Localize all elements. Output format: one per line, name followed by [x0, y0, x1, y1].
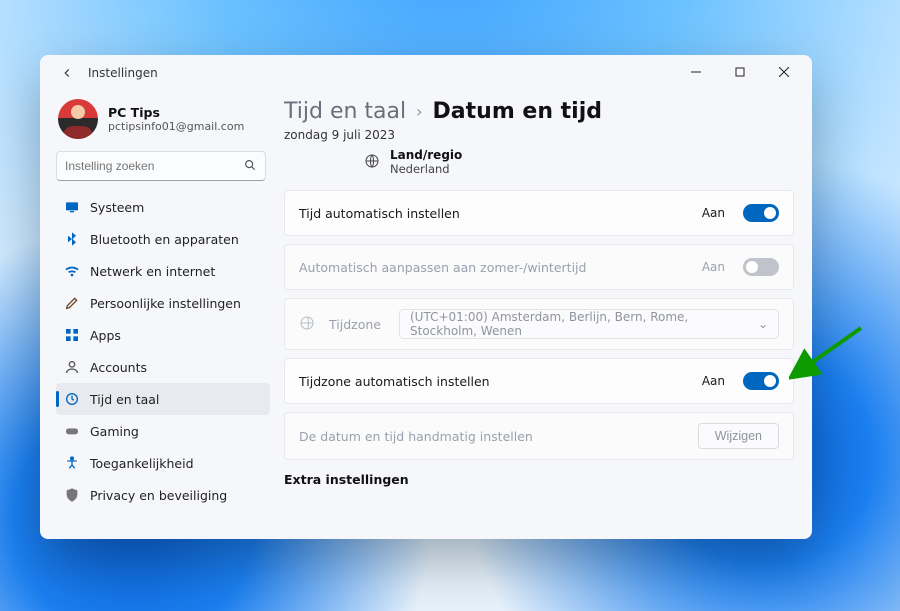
sidebar-item-label: Toegankelijkheid: [90, 456, 194, 471]
toggle-status: Aan: [702, 374, 725, 388]
sidebar-item-privacy[interactable]: Privacy en beveiliging: [56, 479, 270, 511]
timezone-select: (UTC+01:00) Amsterdam, Berlijn, Bern, Ro…: [399, 309, 779, 339]
sidebar-item-label: Systeem: [90, 200, 144, 215]
sidebar-item-gaming[interactable]: Gaming: [56, 415, 270, 447]
settings-window: Instellingen PC Tips pctipsinfo01@gmail.…: [40, 55, 812, 539]
row-auto-time: Tijd automatisch instellen Aan: [284, 190, 794, 236]
globe-icon: [364, 153, 380, 172]
wifi-icon: [64, 263, 80, 279]
change-button: Wijzigen: [698, 423, 779, 449]
row-label: Tijdzone: [329, 317, 385, 332]
extra-settings-title: Extra instellingen: [284, 472, 794, 487]
sidebar-item-label: Accounts: [90, 360, 147, 375]
maximize-button[interactable]: [718, 57, 762, 87]
breadcrumb: Tijd en taal › Datum en tijd: [284, 99, 794, 124]
brush-icon: [64, 295, 80, 311]
display-icon: [64, 199, 80, 215]
profile-email: pctipsinfo01@gmail.com: [108, 120, 244, 133]
toggle-status: Aan: [702, 260, 725, 274]
search-icon: [243, 157, 257, 176]
sidebar-item-system[interactable]: Systeem: [56, 191, 270, 223]
titlebar: Instellingen: [40, 55, 812, 89]
sidebar-item-time-language[interactable]: Tijd en taal: [56, 383, 270, 415]
sidebar-item-personalization[interactable]: Persoonlijke instellingen: [56, 287, 270, 319]
profile-name: PC Tips: [108, 105, 244, 120]
sidebar-item-label: Gaming: [90, 424, 139, 439]
avatar: [58, 99, 98, 139]
dst-toggle: [743, 258, 779, 276]
sidebar: PC Tips pctipsinfo01@gmail.com Systeem B…: [40, 89, 278, 539]
close-button[interactable]: [762, 57, 806, 87]
chevron-right-icon: ›: [416, 102, 422, 121]
region-label: Land/regio: [390, 148, 462, 162]
search-input[interactable]: [65, 159, 243, 173]
sidebar-item-network[interactable]: Netwerk en internet: [56, 255, 270, 287]
profile[interactable]: PC Tips pctipsinfo01@gmail.com: [56, 95, 270, 151]
sidebar-item-label: Privacy en beveiliging: [90, 488, 227, 503]
breadcrumb-parent[interactable]: Tijd en taal: [284, 99, 406, 124]
bluetooth-icon: [64, 231, 80, 247]
gamepad-icon: [64, 423, 80, 439]
row-manual-set: De datum en tijd handmatig instellen Wij…: [284, 412, 794, 460]
sidebar-item-accessibility[interactable]: Toegankelijkheid: [56, 447, 270, 479]
clock-globe-icon: [64, 391, 80, 407]
row-label: Automatisch aanpassen aan zomer-/wintert…: [299, 260, 688, 275]
main-content: Tijd en taal › Datum en tijd zondag 9 ju…: [278, 89, 812, 539]
timezone-value: (UTC+01:00) Amsterdam, Berlijn, Bern, Ro…: [410, 310, 758, 338]
accessibility-icon: [64, 455, 80, 471]
shield-icon: [64, 487, 80, 503]
sidebar-item-label: Netwerk en internet: [90, 264, 215, 279]
globe-timezone-icon: [299, 315, 315, 334]
chevron-down-icon: ⌄: [758, 317, 768, 331]
sidebar-item-label: Tijd en taal: [90, 392, 159, 407]
sidebar-item-label: Apps: [90, 328, 121, 343]
toggle-status: Aan: [702, 206, 725, 220]
region-value: Nederland: [390, 162, 462, 176]
sidebar-item-accounts[interactable]: Accounts: [56, 351, 270, 383]
sidebar-item-label: Bluetooth en apparaten: [90, 232, 239, 247]
apps-icon: [64, 327, 80, 343]
sidebar-item-apps[interactable]: Apps: [56, 319, 270, 351]
sidebar-item-label: Persoonlijke instellingen: [90, 296, 241, 311]
page-title: Datum en tijd: [433, 99, 602, 124]
window-title: Instellingen: [88, 66, 158, 80]
row-timezone: Tijdzone (UTC+01:00) Amsterdam, Berlijn,…: [284, 298, 794, 350]
search-input-wrapper[interactable]: [56, 151, 266, 181]
person-icon: [64, 359, 80, 375]
row-label: Tijdzone automatisch instellen: [299, 374, 688, 389]
row-dst: Automatisch aanpassen aan zomer-/wintert…: [284, 244, 794, 290]
current-date-text: zondag 9 juli 2023: [284, 128, 794, 142]
sidebar-item-bluetooth[interactable]: Bluetooth en apparaten: [56, 223, 270, 255]
minimize-button[interactable]: [674, 57, 718, 87]
auto-timezone-toggle[interactable]: [743, 372, 779, 390]
row-label: Tijd automatisch instellen: [299, 206, 688, 221]
row-auto-timezone: Tijdzone automatisch instellen Aan: [284, 358, 794, 404]
row-label: De datum en tijd handmatig instellen: [299, 429, 684, 444]
auto-time-toggle[interactable]: [743, 204, 779, 222]
back-button[interactable]: [56, 62, 78, 84]
